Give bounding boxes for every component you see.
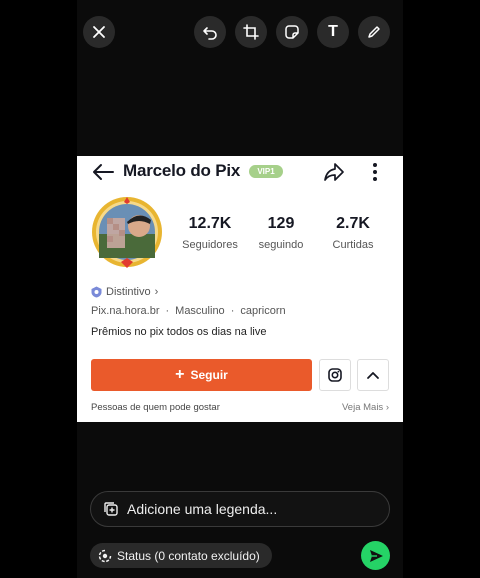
shield-icon (91, 286, 102, 298)
back-arrow-icon[interactable] (91, 163, 115, 181)
separator-dot: · (165, 305, 170, 317)
status-audience-chip[interactable]: Status (0 contato excluído) (90, 543, 272, 568)
status-label: Status (0 contato excluído) (117, 548, 260, 563)
avatar (92, 197, 162, 268)
stat-followers[interactable]: 12.7K Seguidores (170, 215, 250, 251)
crop-button[interactable] (235, 16, 267, 48)
follow-button[interactable]: + Seguir (91, 359, 312, 391)
likes-count: 2.7K (336, 215, 370, 232)
separator-dot: · (230, 305, 235, 317)
sticker-icon (285, 25, 299, 39)
followers-count: 12.7K (188, 215, 232, 232)
pen-icon (368, 26, 380, 38)
send-button[interactable] (361, 541, 390, 570)
profile-name: Marcelo do Pix (123, 161, 241, 180)
distintivo-link[interactable]: Distintivo › (91, 286, 158, 298)
profile-screenshot: Marcelo do Pix VIP1 12.7K Seguidores 129… (77, 156, 403, 422)
undo-icon (203, 27, 217, 40)
stat-following[interactable]: 129 seguindo (241, 215, 321, 251)
close-icon (93, 26, 105, 38)
status-icon (98, 549, 112, 562)
profile-bio: Prêmios no pix todos os dias na live (91, 326, 267, 338)
instagram-icon (328, 368, 342, 382)
text-icon: T (328, 23, 338, 40)
suggestions-label: Pessoas de quem pode gostar (91, 402, 220, 413)
profile-gender: Masculino (175, 305, 225, 317)
followers-label: Seguidores (182, 239, 238, 251)
profile-site[interactable]: Pix.na.hora.br (91, 305, 159, 317)
sticker-button[interactable] (276, 16, 308, 48)
vip-badge: VIP1 (249, 165, 283, 178)
profile-sign: capricorn (240, 305, 286, 317)
instagram-button[interactable] (319, 359, 351, 391)
see-more-link[interactable]: Veja Mais › (342, 402, 389, 413)
caption-placeholder: Adicione uma legenda... (127, 501, 278, 517)
following-label: seguindo (258, 239, 304, 251)
suggestions-toggle-button[interactable] (357, 359, 389, 391)
add-sticker-icon[interactable] (103, 501, 119, 517)
plus-icon: + (175, 366, 185, 383)
chevron-up-icon (367, 372, 379, 379)
draw-button[interactable] (358, 16, 390, 48)
close-button[interactable] (83, 16, 115, 48)
following-count: 129 (267, 215, 295, 232)
badge-label: Distintivo (106, 286, 151, 298)
see-more-label: Veja Mais (342, 402, 384, 413)
text-button[interactable]: T (317, 16, 349, 48)
profile-meta: Pix.na.hora.br · Masculino · capricorn (91, 305, 286, 317)
chevron-right-icon: › (154, 286, 159, 298)
stat-likes[interactable]: 2.7K Curtidas (313, 215, 393, 251)
follow-label: Seguir (190, 368, 228, 382)
send-icon (369, 549, 383, 562)
undo-button[interactable] (194, 16, 226, 48)
share-icon[interactable] (323, 161, 345, 183)
caption-input[interactable]: Adicione uma legenda... (90, 491, 390, 527)
more-options-icon[interactable] (371, 162, 379, 182)
likes-label: Curtidas (332, 239, 374, 251)
crop-icon (243, 24, 259, 40)
